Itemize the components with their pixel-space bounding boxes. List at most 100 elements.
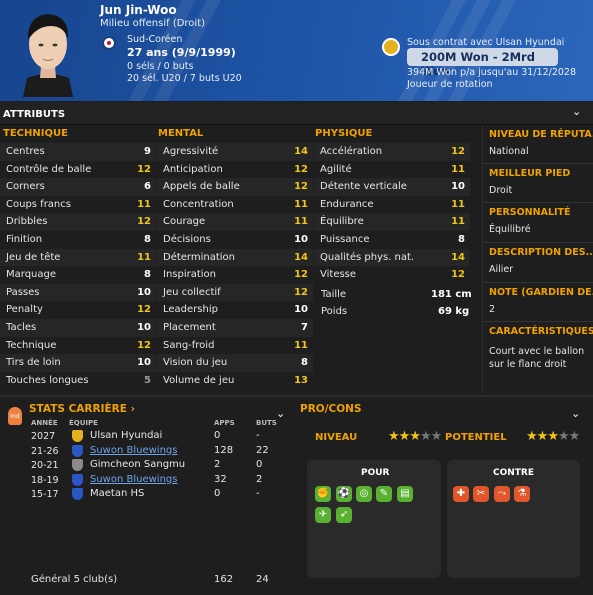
attribute-label: Coups francs [6, 198, 71, 210]
attribute-row[interactable]: Touches longues 5 [0, 372, 156, 390]
mental-heading: MENTAL [158, 128, 204, 139]
career-row[interactable]: 18-19 Suwon Bluewings 32 2 [0, 473, 290, 488]
attribute-row[interactable]: Appels de balle 12 [157, 178, 313, 196]
attribute-label: Inspiration [163, 269, 217, 281]
attribute-row[interactable]: Finition 8 [0, 231, 156, 249]
attribute-row[interactable]: Courage 11 [157, 213, 313, 231]
attribute-row[interactable]: Détente verticale 10 [314, 178, 470, 196]
attribute-value: 6 [144, 181, 151, 193]
player-name: Jun Jin-Woo [100, 3, 177, 17]
career-row[interactable]: 20-21 Gimcheon Sangmu 2 0 [0, 458, 290, 473]
career-apps: 32 [214, 473, 227, 485]
attribute-row[interactable]: Coups francs 11 [0, 196, 156, 214]
attribute-row[interactable]: Tirs de loin 10 [0, 354, 156, 372]
attribute-row[interactable]: Équilibre 11 [314, 213, 470, 231]
weight-value: 69 kg [438, 306, 470, 317]
tactics-icon[interactable]: ▤ [397, 486, 413, 502]
attribute-label: Puissance [320, 234, 370, 245]
attribute-value: 12 [137, 216, 151, 228]
attribute-label: Agressivité [163, 146, 219, 157]
attribute-label: Placement [163, 322, 216, 333]
attribute-row[interactable]: Agressivité 14 [157, 143, 313, 161]
career-apps: 2 [214, 459, 221, 471]
attribute-row[interactable]: Concentration 11 [157, 196, 313, 214]
attribute-row[interactable]: Accélération 12 [314, 143, 470, 161]
attribute-row[interactable]: Dribbles 12 [0, 213, 156, 231]
tool-icon[interactable]: ✎ [376, 486, 392, 502]
career-goals: 2 [256, 473, 263, 485]
contract-club: Sous contrat avec Ulsan Hyundai [407, 37, 565, 48]
col-year: ANNÉE [31, 419, 58, 427]
club-crest-icon [72, 430, 83, 442]
attribute-row[interactable]: Détermination 14 [157, 248, 313, 267]
attribute-row[interactable]: Agilité 11 [314, 161, 470, 179]
player-youth-caps: 20 sél. U20 / 7 buts U20 [127, 73, 242, 84]
col-team: ÉQUIPE [69, 419, 98, 427]
pass-icon[interactable]: ⤳ [494, 486, 510, 502]
chevron-down-icon[interactable]: ⌄ [571, 407, 580, 420]
career-stats-title[interactable]: STATS CARRIÈRE › [29, 403, 135, 415]
player-nationality: Sud-Coréen [127, 34, 183, 45]
boot-icon[interactable]: ✈ [315, 507, 331, 523]
attribute-label: Concentration [163, 198, 234, 210]
contract-salary: 394M Won p/a jusqu'au 31/12/2028 [407, 67, 577, 78]
attribute-row[interactable]: Contrôle de balle 12 [0, 161, 156, 179]
description-value: Ailier [489, 264, 514, 275]
attribute-label: Appels de balle [163, 181, 240, 193]
career-year: 20-21 [31, 460, 59, 472]
contre-label: CONTRE [493, 468, 535, 478]
attribute-row[interactable]: Leadership 10 [157, 301, 313, 319]
attribute-row[interactable]: Décisions 10 [157, 231, 313, 249]
attribute-value: 14 [294, 146, 308, 157]
attribute-row[interactable]: Puissance 8 [314, 231, 470, 249]
tackle-icon[interactable]: ✂ [473, 486, 489, 502]
lab-icon[interactable]: ⚗ [514, 486, 530, 502]
attribute-row[interactable]: Penalty 12 [0, 301, 156, 319]
career-club[interactable]: Suwon Bluewings [90, 445, 177, 456]
reputation-title: NIVEAU DE RÉPUTA... [489, 129, 593, 140]
attribute-row[interactable]: Marquage 8 [0, 266, 156, 284]
career-row[interactable]: 15-17 Maetan HS 0 - [0, 487, 290, 502]
total-apps: 162 [214, 574, 234, 585]
attribute-row[interactable]: Vision du jeu 8 [157, 354, 313, 372]
attribute-label: Leadership [163, 304, 218, 316]
attribute-label: Décisions [163, 234, 211, 245]
chevron-down-icon[interactable]: ⌄ [572, 105, 581, 118]
attribute-row[interactable]: Sang-froid 11 [157, 337, 313, 355]
strength-icon[interactable]: ✊ [315, 486, 331, 502]
technique-heading: TECHNIQUE [3, 128, 68, 139]
ball-icon[interactable]: ⚽ [336, 486, 352, 502]
career-goals: 0 [256, 459, 263, 471]
attribute-row[interactable]: Qualités phys. nat. 14 [314, 248, 470, 267]
attribute-label: Volume de jeu [163, 374, 235, 386]
attribute-row[interactable]: Jeu collectif 12 [157, 283, 313, 302]
career-club: Gimcheon Sangmu [90, 459, 186, 471]
attribute-row[interactable]: Anticipation 12 [157, 161, 313, 179]
target-icon[interactable]: ◎ [356, 486, 372, 502]
club-crest-icon[interactable] [382, 38, 400, 56]
attribute-row[interactable]: Passes 10 [0, 283, 156, 302]
career-goals: 22 [256, 444, 269, 456]
attribute-row[interactable]: Inspiration 12 [157, 266, 313, 284]
attribute-row[interactable]: Tacles 10 [0, 319, 156, 337]
career-year: 18-19 [31, 474, 59, 486]
health-icon[interactable]: ✚ [453, 486, 469, 502]
attribute-row[interactable]: Placement 7 [157, 319, 313, 337]
attribute-row[interactable]: Centres 9 [0, 143, 156, 161]
attribute-row[interactable]: Corners 6 [0, 178, 156, 196]
attribute-row[interactable]: Jeu de tête 11 [0, 248, 156, 267]
attribute-row[interactable]: Volume de jeu 13 [157, 372, 313, 390]
career-club[interactable]: Suwon Bluewings [90, 474, 177, 485]
career-row[interactable]: 21-26 Suwon Bluewings 128 22 [0, 444, 290, 459]
attribute-row[interactable]: Vitesse 12 [314, 266, 470, 284]
attribute-row[interactable]: Endurance 11 [314, 196, 470, 214]
star-icon: ★ [557, 429, 570, 444]
attribute-label: Technique [6, 339, 57, 351]
attribute-label: Équilibre [320, 216, 364, 228]
career-row[interactable]: 2027 Ulsan Hyundai 0 - [0, 429, 290, 444]
attribute-row[interactable]: Technique 12 [0, 337, 156, 355]
chevron-down-icon[interactable]: ⌄ [276, 407, 285, 420]
attribute-value: 9 [144, 146, 151, 157]
attribute-label: Corners [6, 181, 45, 193]
run-icon[interactable]: ➶ [336, 507, 352, 523]
